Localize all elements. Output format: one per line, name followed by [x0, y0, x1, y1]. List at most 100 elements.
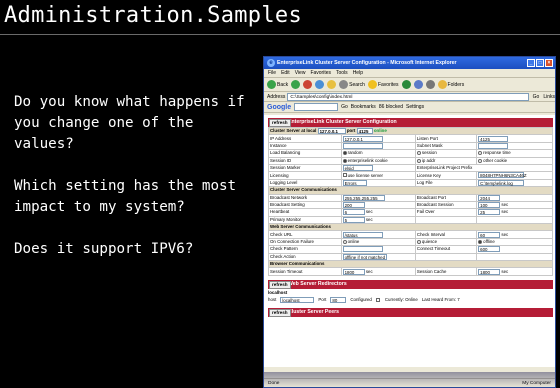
primary-monitor-input[interactable]: 5 — [342, 217, 365, 223]
toolbar: Back Search Favorites Folders — [264, 78, 555, 92]
sid-cookie-option[interactable]: enterpriselink cookie — [340, 156, 416, 165]
license-server-option[interactable]: use license server — [340, 171, 416, 180]
listen-port-input[interactable]: 4125 — [478, 135, 509, 142]
redirector-current-status: Currently: Online — [384, 297, 418, 303]
print-icon[interactable] — [425, 80, 435, 89]
session-cache-input[interactable]: 1800 — [478, 268, 501, 275]
back-button[interactable]: Back — [267, 80, 288, 89]
search-label: Search — [349, 81, 365, 88]
session-timeout-input[interactable]: 1800 — [342, 268, 365, 275]
sid-other-option[interactable]: other cookie — [476, 156, 553, 165]
search-icon — [339, 80, 349, 89]
refresh-icon[interactable] — [315, 80, 325, 89]
check-pattern-input[interactable] — [342, 246, 383, 253]
sid-ip-option[interactable]: ip addr — [414, 156, 478, 165]
mail-icon[interactable] — [413, 80, 423, 89]
radio-icon — [478, 158, 483, 163]
links-label[interactable]: Links — [543, 94, 555, 100]
browser-window: e EnterpriseLink Cluster Server Configur… — [263, 56, 556, 388]
lb-random-option[interactable]: random — [340, 149, 416, 158]
menu-favorites[interactable]: Favorites — [310, 69, 331, 77]
redirectors-header: refresh Web Server Redirectors — [268, 279, 553, 289]
google-logo: Google — [267, 103, 292, 111]
server-port-label: port — [346, 128, 356, 134]
redirector-configured-label: Configured — [350, 297, 372, 303]
folders-button[interactable]: Folders — [437, 80, 464, 89]
fail-over-input[interactable]: 25 — [478, 209, 501, 216]
instance-input[interactable] — [342, 143, 383, 149]
settings-button[interactable]: Settings — [406, 104, 424, 110]
check-interval-input[interactable]: 60 — [478, 232, 501, 238]
redirectors-title: Web Server Redirectors — [288, 280, 347, 287]
ip-address-input[interactable]: 127.0.0.1 — [342, 135, 383, 142]
broadcast-session-input[interactable]: 100 — [478, 202, 501, 208]
fail-quiesce-option[interactable]: quiesce — [414, 237, 478, 247]
forward-arrow-icon[interactable] — [291, 80, 301, 89]
session-marker-input[interactable]: elsid — [342, 165, 373, 171]
unit-label: sec — [501, 209, 509, 215]
server-local-label: Cluster Server at local — [270, 128, 317, 134]
google-search-input[interactable] — [294, 103, 339, 111]
check-action-select[interactable]: offline if not matched — [342, 254, 387, 260]
menu-file[interactable]: File — [268, 69, 276, 77]
menu-view[interactable]: View — [295, 69, 306, 77]
maximize-icon[interactable]: □ — [536, 59, 544, 67]
server-port-input[interactable]: 4125 — [356, 128, 373, 134]
refresh-button[interactable]: refresh — [269, 280, 291, 289]
logging-level-select[interactable]: Errors — [342, 180, 367, 186]
address-field[interactable]: C:\Samples\config\index.html — [287, 92, 529, 101]
cluster-comm-section: Cluster Server Communications — [268, 186, 553, 195]
fail-offline-option[interactable]: offline — [476, 237, 553, 247]
refresh-button[interactable]: refresh — [269, 119, 291, 127]
configured-checkbox-icon[interactable] — [375, 297, 380, 302]
check-action-label: Check Action — [268, 252, 342, 262]
redirector-host-input[interactable]: localhost — [280, 296, 315, 303]
listen-port-label: Listen Port — [414, 134, 478, 143]
lb-session-label: session — [421, 150, 437, 156]
broadcast-setting-label: Broadcast Setting — [268, 200, 342, 210]
google-toolbar: Google Go Bookmarks 86 blocked Settings — [264, 102, 555, 113]
broadcast-port-input[interactable]: 2044 — [478, 195, 501, 201]
lb-session-option[interactable]: session — [414, 149, 478, 158]
server-ip-input[interactable]: 127.0.0.1 — [317, 128, 346, 134]
home-icon[interactable] — [327, 80, 337, 89]
search-button[interactable]: Search — [339, 80, 365, 89]
heartbeat-input[interactable]: 6 — [342, 209, 365, 216]
log-file-input[interactable]: C:\temp\elink.log — [478, 180, 525, 186]
connect-timeout-input[interactable]: 600 — [478, 246, 501, 253]
browser-comm-section: Browser Communications — [268, 260, 553, 269]
window-titlebar[interactable]: e EnterpriseLink Cluster Server Configur… — [264, 57, 555, 69]
cluster-config-table: Cluster Server at local 127.0.0.1 port 4… — [268, 126, 554, 276]
media-icon[interactable] — [401, 80, 411, 89]
favorites-label: Favorites — [377, 81, 399, 88]
refresh-button[interactable]: refresh — [269, 308, 291, 317]
menu-tools[interactable]: Tools — [336, 69, 348, 77]
subnet-mask-input[interactable] — [478, 143, 509, 149]
google-go-button[interactable]: Go — [341, 104, 348, 110]
close-icon[interactable]: × — [545, 59, 553, 67]
lb-response-option[interactable]: response time — [476, 149, 553, 158]
stop-icon[interactable] — [303, 80, 313, 89]
screenshot-reflection — [263, 372, 556, 388]
cluster-config-title: EnterpriseLink Cluster Server Configurat… — [288, 119, 397, 125]
menu-help[interactable]: Help — [353, 69, 363, 77]
log-file-label: Log File — [414, 178, 478, 188]
folder-icon — [437, 80, 447, 89]
minimize-icon[interactable]: _ — [527, 59, 535, 67]
instance-label: Instance — [268, 141, 342, 151]
favorites-button[interactable]: Favorites — [367, 80, 399, 89]
fail-online-option[interactable]: online — [340, 237, 416, 247]
radio-icon — [478, 151, 483, 156]
session-cache-label: Session Cache — [414, 267, 478, 276]
bookmarks-button[interactable]: Bookmarks — [351, 104, 376, 110]
broadcast-network-input[interactable]: 255.255.255.255 — [342, 195, 385, 201]
connect-timeout-label: Connect Timeout — [414, 245, 478, 254]
menu-edit[interactable]: Edit — [281, 69, 290, 77]
go-button[interactable]: Go — [531, 94, 542, 100]
check-url-input[interactable]: /status — [342, 232, 383, 238]
popup-blocked-badge[interactable]: 86 blocked — [379, 104, 403, 110]
redirector-port-label: Port — [318, 297, 327, 303]
broadcast-setting-input[interactable]: 200 — [342, 202, 365, 208]
redirector-port-input[interactable]: 80 — [330, 296, 347, 303]
license-key-input[interactable]: 8048H7PNH6N3CA46Z — [478, 172, 527, 179]
